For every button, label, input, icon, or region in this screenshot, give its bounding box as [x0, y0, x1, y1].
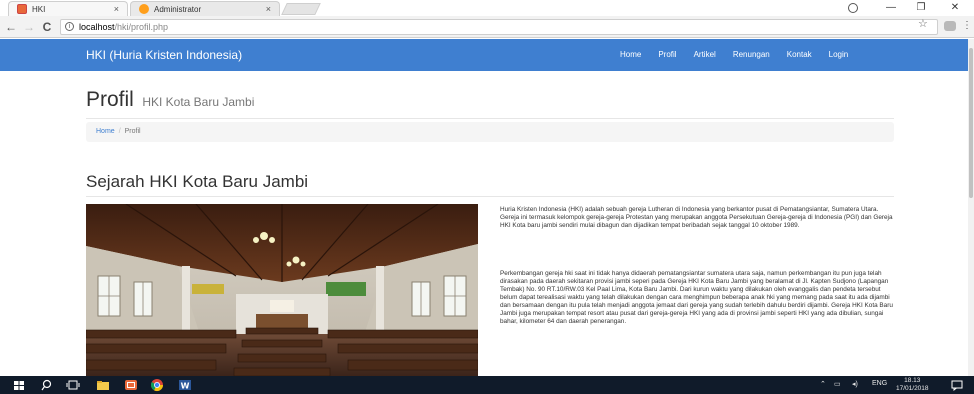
tab-title: HKI	[32, 4, 46, 14]
file-explorer-icon[interactable]	[96, 378, 110, 392]
reload-button[interactable]: C	[40, 19, 54, 35]
tab-title: Administrator	[154, 4, 202, 14]
word-icon[interactable]: W	[178, 378, 192, 392]
profile-icon[interactable]	[848, 3, 858, 13]
bookmark-star-icon[interactable]: ☆	[918, 17, 928, 30]
tab-administrator[interactable]: Administrator ×	[130, 1, 280, 16]
divider	[86, 118, 894, 119]
divider	[86, 196, 894, 197]
url-path: /hki/profil.php	[114, 22, 169, 32]
site-brand[interactable]: HKI (Huria Kristen Indonesia)	[86, 48, 242, 62]
section-title: Sejarah HKI Kota Baru Jambi	[86, 172, 309, 191]
maximize-button[interactable]: ❐	[906, 0, 936, 16]
page-subtitle: HKI Kota Baru Jambi	[142, 95, 255, 109]
nav-artikel[interactable]: Artikel	[694, 50, 716, 59]
browser-tab-strip: HKI × Administrator × — ❐ ✕	[0, 0, 974, 16]
page-header: Profil HKI Kota Baru Jambi	[86, 88, 254, 112]
breadcrumb-separator: /	[118, 128, 121, 135]
info-icon[interactable]: i	[65, 22, 74, 31]
notification-icon[interactable]	[950, 378, 964, 392]
nav-home[interactable]: Home	[620, 50, 641, 59]
minimize-button[interactable]: —	[876, 0, 906, 16]
site-navbar: HKI (Huria Kristen Indonesia) Home Profi…	[0, 39, 968, 71]
windows-taskbar: W ⌃ ▭ ◂) ENG 18.13 17/01/2018	[0, 376, 974, 394]
breadcrumb: Home / Profil	[86, 122, 894, 142]
svg-text:W: W	[181, 382, 190, 391]
history-paragraph-1: Huria Kristen Indonesia (HKI) adalah seb…	[500, 206, 893, 229]
nav-links: Home Profil Artikel Renungan Kontak Logi…	[620, 50, 865, 59]
church-interior-photo	[86, 204, 478, 376]
nav-renungan[interactable]: Renungan	[733, 50, 770, 59]
clock-time: 18.13	[904, 377, 921, 384]
nav-kontak[interactable]: Kontak	[787, 50, 812, 59]
nav-login[interactable]: Login	[829, 50, 849, 59]
extension-icon[interactable]	[944, 21, 956, 31]
tab-close-icon[interactable]: ×	[266, 4, 271, 14]
url-host: localhost	[79, 22, 115, 32]
forward-button[interactable]: →	[22, 19, 36, 35]
page-title: Profil	[86, 88, 134, 111]
tab-hki[interactable]: HKI ×	[8, 1, 128, 16]
taskbar-clock[interactable]: 18.13 17/01/2018	[896, 377, 929, 393]
app-icon[interactable]	[124, 378, 138, 392]
address-bar: ← → C i localhost/hki/profil.php ☆ ⋮	[0, 16, 974, 38]
chrome-icon[interactable]	[150, 378, 164, 392]
browser-menu-icon[interactable]: ⋮	[962, 20, 972, 31]
history-paragraph-2: Perkembangan gereja hki saat ini tidak h…	[500, 270, 893, 325]
site-favicon-icon	[139, 4, 149, 14]
windows-start-icon[interactable]	[12, 378, 26, 392]
breadcrumb-home[interactable]: Home	[96, 128, 115, 135]
network-icon[interactable]: ▭	[834, 380, 841, 388]
task-view-icon[interactable]	[66, 378, 80, 392]
window-close-button[interactable]: ✕	[940, 0, 970, 16]
back-button[interactable]: ←	[4, 19, 18, 35]
scrollbar-thumb[interactable]	[969, 48, 973, 198]
tray-chevron-icon[interactable]: ⌃	[820, 380, 826, 388]
breadcrumb-current: Profil	[124, 128, 141, 135]
nav-profil[interactable]: Profil	[658, 50, 676, 59]
volume-icon[interactable]: ◂)	[852, 380, 858, 388]
site-favicon-icon	[17, 4, 27, 14]
tab-close-icon[interactable]: ×	[114, 4, 119, 14]
language-indicator[interactable]: ENG	[872, 380, 887, 387]
clock-date: 17/01/2018	[896, 385, 929, 392]
new-tab-button[interactable]	[281, 3, 321, 15]
url-input[interactable]: i localhost/hki/profil.php	[60, 19, 938, 35]
search-icon[interactable]	[40, 378, 54, 392]
